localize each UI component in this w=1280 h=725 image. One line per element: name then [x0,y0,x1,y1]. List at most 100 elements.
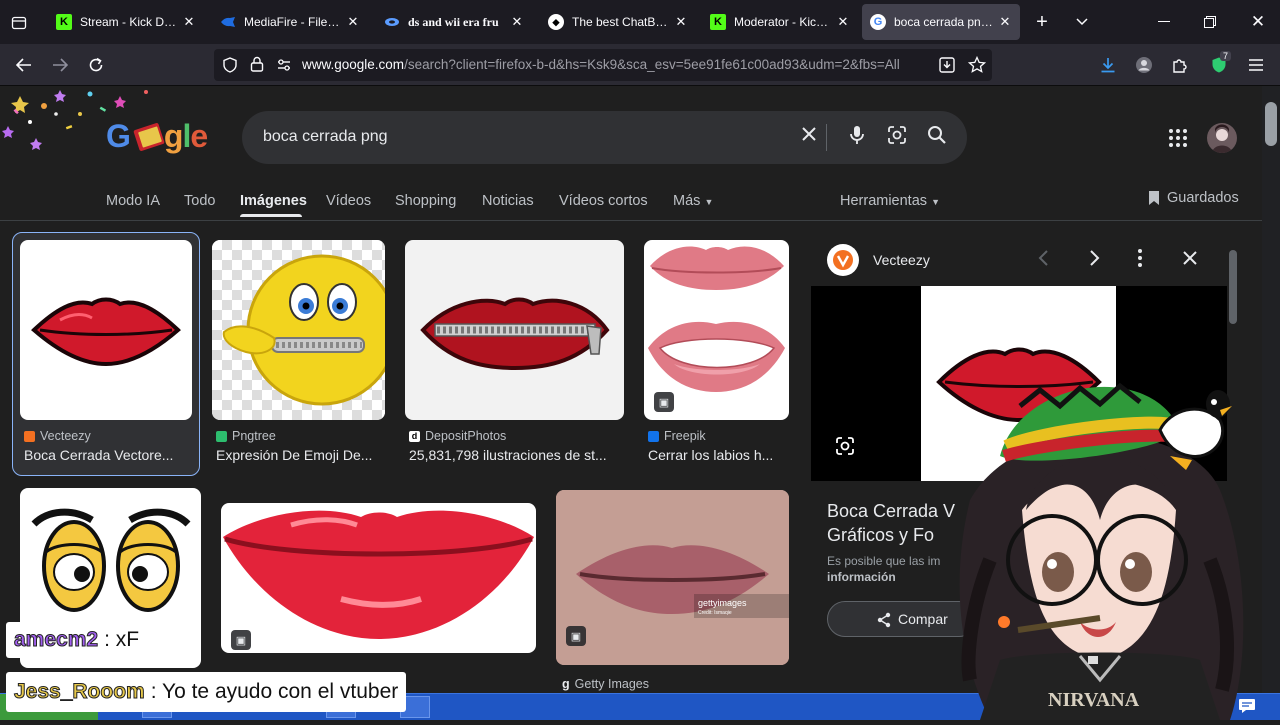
result-source-4[interactable]: Freepik [648,429,706,443]
result-title-3[interactable]: 25,831,798 ilustraciones de st... [409,447,623,463]
close-window-icon[interactable]: ✕ [1246,10,1270,34]
url-bar[interactable]: www.google.com/search?client=firefox-b-d… [214,49,992,81]
browser-tab[interactable]: K Moderator - Kick Da ✕ [702,4,858,40]
clear-search-icon[interactable] [796,125,822,148]
tab-title: Stream - Kick Dashb [80,15,178,29]
lens-search-icon[interactable] [884,125,910,151]
minimize-icon[interactable] [1152,10,1176,34]
result-image-4[interactable]: ▣ [644,240,789,420]
result-title-1[interactable]: Boca Cerrada Vectore... [24,447,194,463]
google-icon: G [870,14,886,30]
tab-title: Moderator - Kick Da [734,15,832,29]
browser-tab-active[interactable]: G boca cerrada png - ✕ [862,4,1020,40]
close-tab-icon[interactable]: ✕ [510,14,524,30]
result-source-label: Freepik [664,429,706,443]
menu-icon[interactable] [1244,53,1268,77]
shield-icon[interactable] [222,57,238,78]
kick-icon: K [710,14,726,30]
tab-title: The best ChatBot ar [572,15,670,29]
navigation-bar: www.google.com/search?client=firefox-b-d… [0,44,1280,86]
tab-imagenes[interactable]: Imágenes [240,193,307,209]
close-panel-icon[interactable] [1181,248,1199,273]
shirt-text: NIRVANA [1048,689,1140,711]
result-image-7[interactable]: gettyimages Credit: Ismaqie ▣ [556,490,789,665]
ds-icon [384,14,400,30]
voice-search-icon[interactable] [844,125,870,151]
result-source-7[interactable]: g Getty Images [562,677,649,691]
tab-shopping[interactable]: Shopping [395,193,456,209]
apps-grid-icon[interactable] [1168,128,1188,153]
restore-icon[interactable] [1198,10,1222,34]
mediafire-icon [220,14,236,30]
browser-tab[interactable]: K Stream - Kick Dashb ✕ [48,4,204,40]
tab-list-icon[interactable] [8,12,30,34]
bookmark-star-icon[interactable] [967,55,987,79]
lens-icon[interactable] [835,436,855,461]
chat-username: Jess_Rooom [14,680,146,704]
tab-noticias[interactable]: Noticias [482,193,534,209]
result-image-1[interactable] [20,240,192,420]
next-icon[interactable] [1087,248,1101,273]
downloads-icon[interactable] [1096,53,1120,77]
result-source-label: Getty Images [574,677,649,691]
close-tab-icon[interactable]: ✕ [998,14,1012,30]
lock-icon[interactable] [250,56,264,77]
tab-videos-cortos[interactable]: Vídeos cortos [559,193,648,209]
tab-videos[interactable]: Vídeos [326,193,371,209]
result-image-6[interactable]: ▣ [221,503,536,653]
result-source-1[interactable]: Vecteezy [24,429,91,443]
pngtree-icon [216,430,227,442]
result-image-2[interactable] [212,240,385,420]
scrollbar-thumb[interactable] [1265,102,1277,146]
search-icon[interactable] [924,125,950,151]
avatar[interactable] [1207,123,1237,153]
result-source-3[interactable]: d DepositPhotos [409,429,506,443]
saved-button[interactable]: Guardados [1147,190,1239,206]
close-tab-icon[interactable]: ✕ [182,14,196,30]
google-doodle-logo[interactable]: Ggle [106,118,208,155]
reload-icon[interactable] [84,53,108,77]
tools-button[interactable]: Herramientas ▼ [840,193,940,209]
browser-tab[interactable]: ◆ The best ChatBot ar ✕ [540,4,696,40]
account-avatar-icon[interactable] [1132,53,1156,77]
browser-tab[interactable]: MediaFire - File shar ✕ [212,4,368,40]
new-tab-icon[interactable]: + [1030,10,1054,34]
search-input[interactable]: boca cerrada png [263,128,388,146]
tab-todo[interactable]: Todo [184,193,215,209]
extensions-icon[interactable] [1168,53,1192,77]
close-tab-icon[interactable]: ✕ [674,14,688,30]
getty-watermark: gettyimages [698,598,747,608]
caret-down-icon: ▼ [704,197,714,207]
result-title-4[interactable]: Cerrar los labios h... [648,447,788,463]
permissions-icon[interactable] [276,57,292,78]
more-options-icon[interactable] [1137,248,1143,273]
result-source-label: Pngtree [232,429,276,443]
search-box[interactable]: boca cerrada png [242,111,967,164]
vecteezy-icon [24,430,35,442]
url-text[interactable]: www.google.com/search?client=firefox-b-d… [302,57,942,72]
vpn-shield-icon[interactable]: 7 [1204,51,1234,77]
tab-modo-ia[interactable]: Modo IA [106,193,160,209]
saved-label: Guardados [1167,190,1239,206]
share-icon [877,612,891,628]
close-tab-icon[interactable]: ✕ [836,14,850,30]
chevron-down-icon[interactable] [1070,10,1094,34]
tab-title: ds and wii era fru [408,14,499,29]
page-scrollbar[interactable] [1262,86,1280,693]
browser-tab[interactable]: ds and wii era fru ✕ [376,4,532,40]
panel-source[interactable]: Vecteezy [873,252,930,268]
url-path: /search?client=firefox-b-d&hs=Ksk9&sca_e… [404,57,900,72]
image-badge-icon: ▣ [654,392,674,412]
forward-icon[interactable] [48,53,72,77]
panel-info-link[interactable]: información [827,570,896,584]
result-title-2[interactable]: Expresión De Emoji De... [216,447,384,463]
previous-icon[interactable] [1037,248,1051,273]
tab-mas[interactable]: Más ▼ [673,193,713,209]
chat-text: : Yo te ayudo con el vtuber [150,680,399,703]
reader-download-icon[interactable] [938,56,956,79]
chatbot-icon: ◆ [548,14,564,30]
result-source-2[interactable]: Pngtree [216,429,276,443]
back-icon[interactable] [12,53,36,77]
result-image-3[interactable] [405,240,624,420]
close-tab-icon[interactable]: ✕ [346,14,360,30]
